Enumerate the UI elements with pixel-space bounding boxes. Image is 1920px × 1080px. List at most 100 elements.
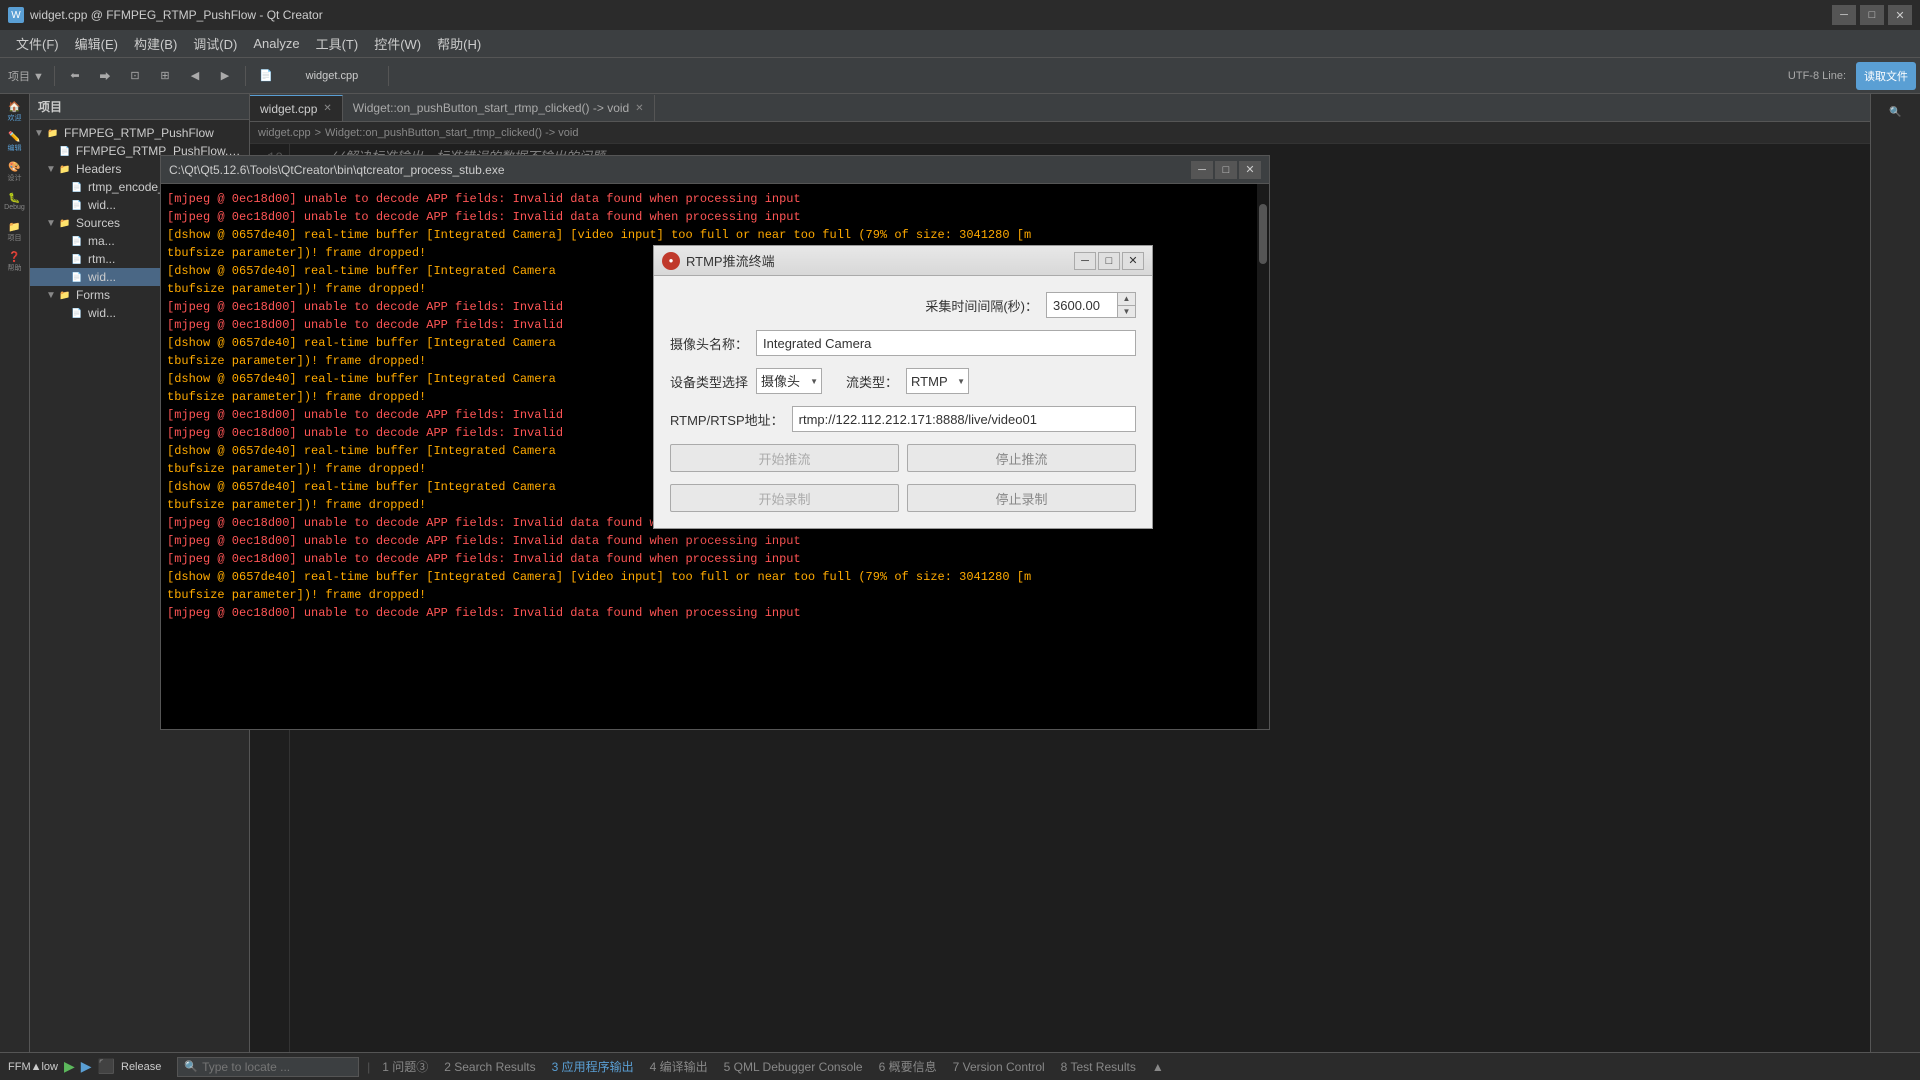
status-qml[interactable]: 5 QML Debugger Console [720, 1060, 867, 1074]
build-info: FFM▲low ▶ ▶ ⬛ Release [8, 1058, 161, 1075]
stream-type-select[interactable]: RTMP RTSP [906, 368, 969, 394]
terminal-title: C:\Qt\Qt5.12.6\Tools\QtCreator\bin\qtcre… [169, 163, 1189, 177]
app-icon: W [8, 7, 24, 23]
toolbar-encoding: UTF-8 Line: [1784, 62, 1850, 90]
toolbar-btn-1[interactable]: ⬅ [61, 62, 89, 90]
menu-build[interactable]: 构建(B) [126, 31, 185, 56]
dialog-maximize-btn[interactable]: □ [1098, 252, 1120, 270]
file-icon: 📄 [70, 198, 84, 212]
file-icon: 📄 [58, 144, 72, 158]
dialog-rtmp-row: RTMP/RTSP地址： [670, 406, 1136, 432]
tree-arrow: ▼ [46, 218, 58, 229]
terminal-scrollbar[interactable] [1257, 184, 1269, 729]
tree-item-label: ma... [88, 234, 115, 248]
rtmp-address-input[interactable] [792, 406, 1136, 432]
sidebar-icon-welcome[interactable]: 🏠欢迎 [1, 98, 29, 126]
tree-item-label: wid... [88, 198, 116, 212]
dialog-logo-icon: ● [662, 252, 680, 270]
toolbar-project-dropdown[interactable]: 项目 ▼ [4, 62, 48, 90]
minimize-button[interactable]: ─ [1832, 5, 1856, 25]
status-compile[interactable]: 4 编译输出 [646, 1058, 712, 1075]
terminal-close-btn[interactable]: ✕ [1239, 161, 1261, 179]
folder-icon: 📁 [46, 126, 60, 140]
menu-controls[interactable]: 控件(W) [366, 31, 429, 56]
stream-type-select-wrapper: RTMP RTSP ▼ [906, 368, 969, 394]
interval-spinbox[interactable]: 3600.00 ▲ ▼ [1046, 292, 1136, 318]
toolbar-filename[interactable]: widget.cpp [282, 62, 382, 90]
file-icon: 📄 [70, 180, 84, 194]
terminal-maximize-btn[interactable]: □ [1215, 161, 1237, 179]
device-type-select-wrapper: 摄像头 屏幕 ▼ [756, 368, 822, 394]
start-stream-btn[interactable]: 开始推流 [670, 444, 899, 472]
maximize-button[interactable]: □ [1860, 5, 1884, 25]
start-record-btn[interactable]: 开始录制 [670, 484, 899, 512]
tab-label: widget.cpp [260, 102, 317, 116]
device-type-select[interactable]: 摄像头 屏幕 [756, 368, 822, 394]
toolbar-btn-3[interactable]: ⊡ [121, 62, 149, 90]
search-bar[interactable]: 🔍 [177, 1057, 359, 1077]
menu-help[interactable]: 帮助(H) [429, 31, 489, 56]
tree-item-root[interactable]: ▼ 📁 FFMPEG_RTMP_PushFlow [30, 124, 249, 142]
debug-icon[interactable]: ▶ [81, 1058, 92, 1075]
breadcrumb-function: Widget::on_pushButton_start_rtmp_clicked… [325, 127, 578, 139]
status-expand[interactable]: ▲ [1148, 1060, 1168, 1074]
terminal-line: [mjpeg @ 0ec18d00] unable to decode APP … [167, 208, 1263, 226]
sidebar-icon-edit[interactable]: ✏️编辑 [1, 128, 29, 156]
status-vcs[interactable]: 7 Version Control [949, 1060, 1049, 1074]
dialog-minimize-btn[interactable]: ─ [1074, 252, 1096, 270]
close-button[interactable]: ✕ [1888, 5, 1912, 25]
release-label: Release [121, 1061, 161, 1073]
right-icon-1[interactable]: 🔍 [1878, 98, 1914, 126]
dialog-btn-row-2: 开始录制 停止录制 [670, 484, 1136, 512]
search-input[interactable] [202, 1060, 352, 1074]
file-icon: 📄 [70, 252, 84, 266]
spinbox-up-btn[interactable]: ▲ [1118, 293, 1135, 306]
rtmp-label: RTMP/RTSP地址： [670, 410, 784, 429]
toolbar-btn-6[interactable]: ▶ [211, 62, 239, 90]
tree-arrow: ▼ [34, 128, 46, 139]
tab-widget-cpp[interactable]: widget.cpp ✕ [250, 95, 343, 121]
status-issues[interactable]: 1 问题③ [378, 1058, 432, 1075]
sidebar-icon-debug[interactable]: 🐛Debug [1, 188, 29, 216]
menu-tools[interactable]: 工具(T) [308, 31, 367, 56]
tab-bar: widget.cpp ✕ Widget::on_pushButton_start… [250, 94, 1870, 122]
toolbar-btn-5[interactable]: ◀ [181, 62, 209, 90]
toolbar-btn-2[interactable]: ⮕ [91, 62, 119, 90]
folder-icon: 📁 [58, 216, 72, 230]
tab-function[interactable]: Widget::on_pushButton_start_rtmp_clicked… [343, 95, 655, 121]
window-title: widget.cpp @ FFMPEG_RTMP_PushFlow - Qt C… [30, 8, 1832, 22]
camera-name-input[interactable] [756, 330, 1136, 356]
sidebar-icon-project[interactable]: 📁项目 [1, 218, 29, 246]
folder-icon: 📁 [58, 162, 72, 176]
spinbox-down-btn[interactable]: ▼ [1118, 306, 1135, 318]
menu-edit[interactable]: 编辑(E) [67, 31, 126, 56]
terminal-line: [dshow @ 0657de40] real-time buffer [Int… [167, 226, 1263, 244]
status-summary[interactable]: 6 概要信息 [875, 1058, 941, 1075]
status-bar: FFM▲low ▶ ▶ ⬛ Release 🔍 | 1 问题③ 2 Search… [0, 1052, 1920, 1080]
camera-label: 摄像头名称： [670, 334, 748, 353]
terminal-scroll-thumb[interactable] [1259, 204, 1267, 264]
dialog-camera-row: 摄像头名称： [670, 330, 1136, 356]
toolbar-separator-3 [388, 66, 389, 86]
run-icon[interactable]: ▶ [64, 1058, 75, 1075]
stop-record-btn[interactable]: 停止录制 [907, 484, 1136, 512]
menu-debug[interactable]: 调试(D) [185, 31, 245, 56]
stop-icon[interactable]: ⬛ [98, 1058, 115, 1075]
terminal-minimize-btn[interactable]: ─ [1191, 161, 1213, 179]
status-app-output[interactable]: 3 应用程序输出 [548, 1058, 638, 1075]
status-search-results[interactable]: 2 Search Results [440, 1060, 539, 1074]
stop-stream-btn[interactable]: 停止推流 [907, 444, 1136, 472]
terminal-title-bar: C:\Qt\Qt5.12.6\Tools\QtCreator\bin\qtcre… [161, 156, 1269, 184]
sidebar-icon-help[interactable]: ❓帮助 [1, 248, 29, 276]
dialog-close-btn[interactable]: ✕ [1122, 252, 1144, 270]
menu-file[interactable]: 文件(F) [8, 31, 67, 56]
dialog-btn-row-1: 开始推流 停止推流 [670, 444, 1136, 472]
menu-analyze[interactable]: Analyze [245, 33, 307, 54]
toolbar-read-file-btn[interactable]: 读取文件 [1856, 62, 1916, 90]
sidebar-icon-design[interactable]: 🎨设计 [1, 158, 29, 186]
tab-close-icon-2[interactable]: ✕ [635, 103, 643, 114]
toolbar-btn-4[interactable]: ⊞ [151, 62, 179, 90]
status-test[interactable]: 8 Test Results [1057, 1060, 1140, 1074]
tab-close-icon[interactable]: ✕ [323, 103, 331, 114]
dialog-title-bar: ● RTMP推流终端 ─ □ ✕ [654, 246, 1152, 276]
